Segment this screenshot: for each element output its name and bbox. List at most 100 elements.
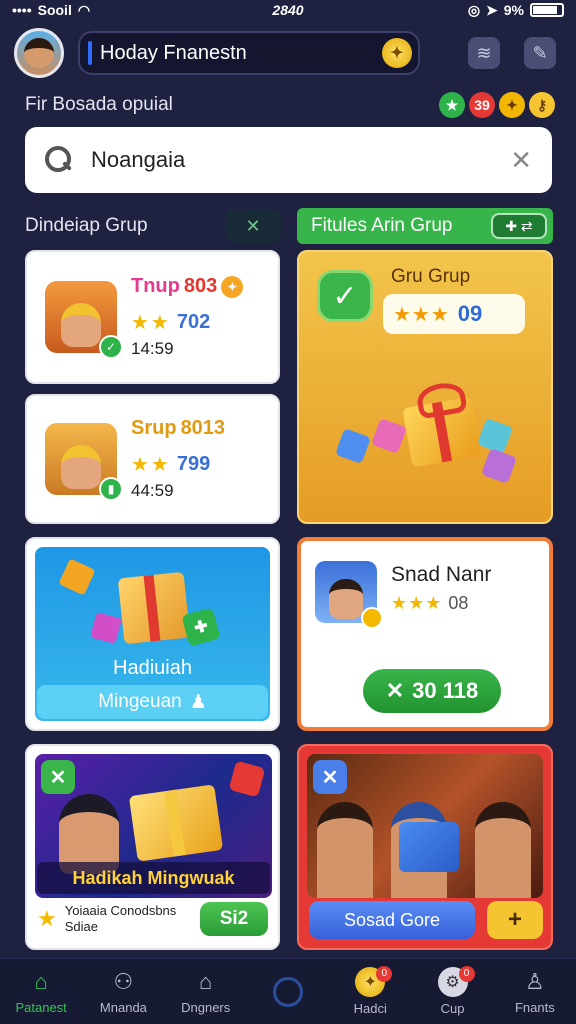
clear-icon[interactable]: ✕ <box>510 145 532 176</box>
person-illustration <box>475 802 531 898</box>
nav-item-friends[interactable]: ⚇ Mnanda <box>83 962 163 1022</box>
reward-title: Hadiuiah <box>113 657 192 679</box>
promo-card[interactable]: ✕ Hadikah Mingwuak ★ Yoiaaia Conodsbns S… <box>25 744 280 950</box>
team-image: ✕ <box>307 754 543 898</box>
reward-button[interactable]: Mingeuan ♟ <box>37 685 268 719</box>
ring-icon <box>272 976 303 1007</box>
user-icon: ♙ <box>524 969 545 994</box>
group-card[interactable]: ✓ Tnup 803 ✦ ★★ 702 14:59 <box>25 250 280 384</box>
phone-icon: ▮ <box>99 477 123 501</box>
star-icon: ★ <box>37 906 57 931</box>
right-section-header: Fitules Arin Grup ✚ ⇄ <box>297 208 553 244</box>
subheader: Fir Bosada opuial ★ 39 ✦ ⚷ <box>25 90 555 120</box>
cube-icon <box>58 558 96 596</box>
left-section-header: Dindeiap Grup ✕ <box>25 208 281 244</box>
title-accent <box>88 41 92 65</box>
team-card[interactable]: ✕ Sosad Gore + <box>297 744 553 950</box>
player-avatar <box>315 561 383 629</box>
signal-icon: •••• <box>12 2 32 18</box>
promo-footer: ★ Yoiaaia Conodsbns Sdiae Si2 <box>37 898 268 940</box>
group-rating: ★★ 702 <box>131 310 264 335</box>
check-icon: ✓ <box>99 335 123 359</box>
group-title: Tnup <box>131 275 180 297</box>
badge-row: ★ 39 ✦ ⚷ <box>439 92 555 118</box>
cube-icon <box>477 418 513 454</box>
location-icon: ➤ <box>486 1 498 18</box>
title-box[interactable]: Hoday Fnanestn ✦ <box>78 31 420 75</box>
group-title: Srup <box>131 417 177 439</box>
layers-icon[interactable]: ≋ <box>468 37 500 69</box>
coin-badge-icon[interactable]: ✦ <box>499 92 525 118</box>
promo-button[interactable]: Si2 <box>200 902 268 936</box>
search-input[interactable] <box>91 147 493 173</box>
notification-badge: 0 <box>376 965 393 982</box>
close-icon[interactable]: ✕ <box>41 760 75 794</box>
star-icon: ★★★ <box>391 593 443 613</box>
star-coin-icon[interactable]: ✦ <box>382 38 412 68</box>
group-rating: ★★ 799 <box>131 452 264 477</box>
promo-text: Yoiaaia Conodsbns Sdiae <box>64 903 177 934</box>
gift-icon <box>228 760 266 798</box>
person-icon: ♟ <box>189 691 207 713</box>
home-icon: ⌂ <box>34 969 48 994</box>
notification-badge: 0 <box>458 965 475 982</box>
group-rating-value: 702 <box>176 311 211 333</box>
promo-banner: Hadikah Mingwuak <box>37 862 270 894</box>
carrier-label: Sooil <box>37 2 72 18</box>
house-icon: ⌂ <box>199 969 213 994</box>
group-rating-value: 799 <box>176 453 211 475</box>
player-name: Snad Nanr <box>391 563 492 586</box>
key-badge-icon[interactable]: ⚷ <box>529 92 555 118</box>
status-bar: •••• Sooil ◠ 2840 ◎ ➤ 9% <box>0 0 576 20</box>
bottom-nav: ⌂ Patanest ⚇ Mnanda ⌂ Dngners ✦ 0 Hadci … <box>0 958 576 1024</box>
section-action-button[interactable]: ✚ ⇄ <box>491 213 547 239</box>
close-section-button[interactable]: ✕ <box>225 209 281 243</box>
reward-subtitle: Mingeuan <box>98 691 182 712</box>
group-avatar: ✓ <box>45 281 123 359</box>
nav-label: Dngners <box>181 1000 231 1015</box>
cube-icon <box>335 428 371 464</box>
nav-label: Cup <box>440 1001 465 1016</box>
avatar[interactable] <box>14 28 64 78</box>
nav-item-center[interactable] <box>248 962 328 1022</box>
player-card[interactable]: Snad Nanr ★★★ 08 ✕ 30 118 <box>297 537 553 731</box>
featured-group-card[interactable]: ✓ Gru Grup ★★★ 09 <box>297 250 553 524</box>
nav-label: Hadci <box>353 1001 387 1016</box>
nav-item-profile[interactable]: ♙ Fnants <box>495 962 575 1022</box>
close-icon: ✕ <box>385 678 405 703</box>
wifi-icon: ◠ <box>77 1 91 18</box>
gift-icon <box>117 571 191 645</box>
close-icon[interactable]: ✕ <box>313 760 347 794</box>
reward-banner: ✚ Hadiuiah Mingeuan ♟ <box>35 547 270 721</box>
plus-cube-icon: ✚ <box>181 607 221 647</box>
group-title-row: Srup 8013 <box>131 417 264 440</box>
player-action-button[interactable]: ✕ 30 118 <box>363 669 501 713</box>
star-icon: ★★ <box>131 312 171 334</box>
team-button[interactable]: Sosad Gore <box>309 901 475 939</box>
cube-icon <box>481 448 517 484</box>
star-icon: ★★★ <box>393 303 450 326</box>
star-icon: ★★ <box>131 454 171 476</box>
featured-name: Gru Grup <box>391 266 471 287</box>
reward-card[interactable]: ✚ Hadiuiah Mingeuan ♟ <box>25 537 280 731</box>
add-button[interactable]: + <box>487 901 543 939</box>
featured-rating: ★★★ 09 <box>383 294 525 334</box>
cube-icon <box>90 612 122 644</box>
alarm-icon: ◎ <box>467 1 481 18</box>
nav-label: Patanest <box>15 1000 67 1015</box>
nav-label: Mnanda <box>99 1000 147 1015</box>
nav-item-rewards[interactable]: ✦ 0 Hadci <box>330 962 410 1022</box>
group-card[interactable]: ▮ Srup 8013 ★★ 799 44:59 <box>25 394 280 524</box>
player-rating: ★★★ 08 <box>391 593 468 614</box>
edit-icon[interactable]: ✎ <box>524 37 556 69</box>
left-section-title: Dindeiap Grup <box>25 215 148 236</box>
nav-item-home[interactable]: ⌂ Patanest <box>1 962 81 1022</box>
group-time: 44:59 <box>131 481 174 500</box>
nav-item-shop[interactable]: ⌂ Dngners <box>166 962 246 1022</box>
star-badge-icon[interactable]: ★ <box>439 92 465 118</box>
header: Hoday Fnanestn ✦ ≋ ✎ <box>14 26 562 80</box>
group-title-row: Tnup 803 ✦ <box>131 275 264 298</box>
nav-item-cup[interactable]: ⚙ 0 Cup <box>413 962 493 1022</box>
count-badge[interactable]: 39 <box>469 92 495 118</box>
group-avatar: ▮ <box>45 423 123 501</box>
